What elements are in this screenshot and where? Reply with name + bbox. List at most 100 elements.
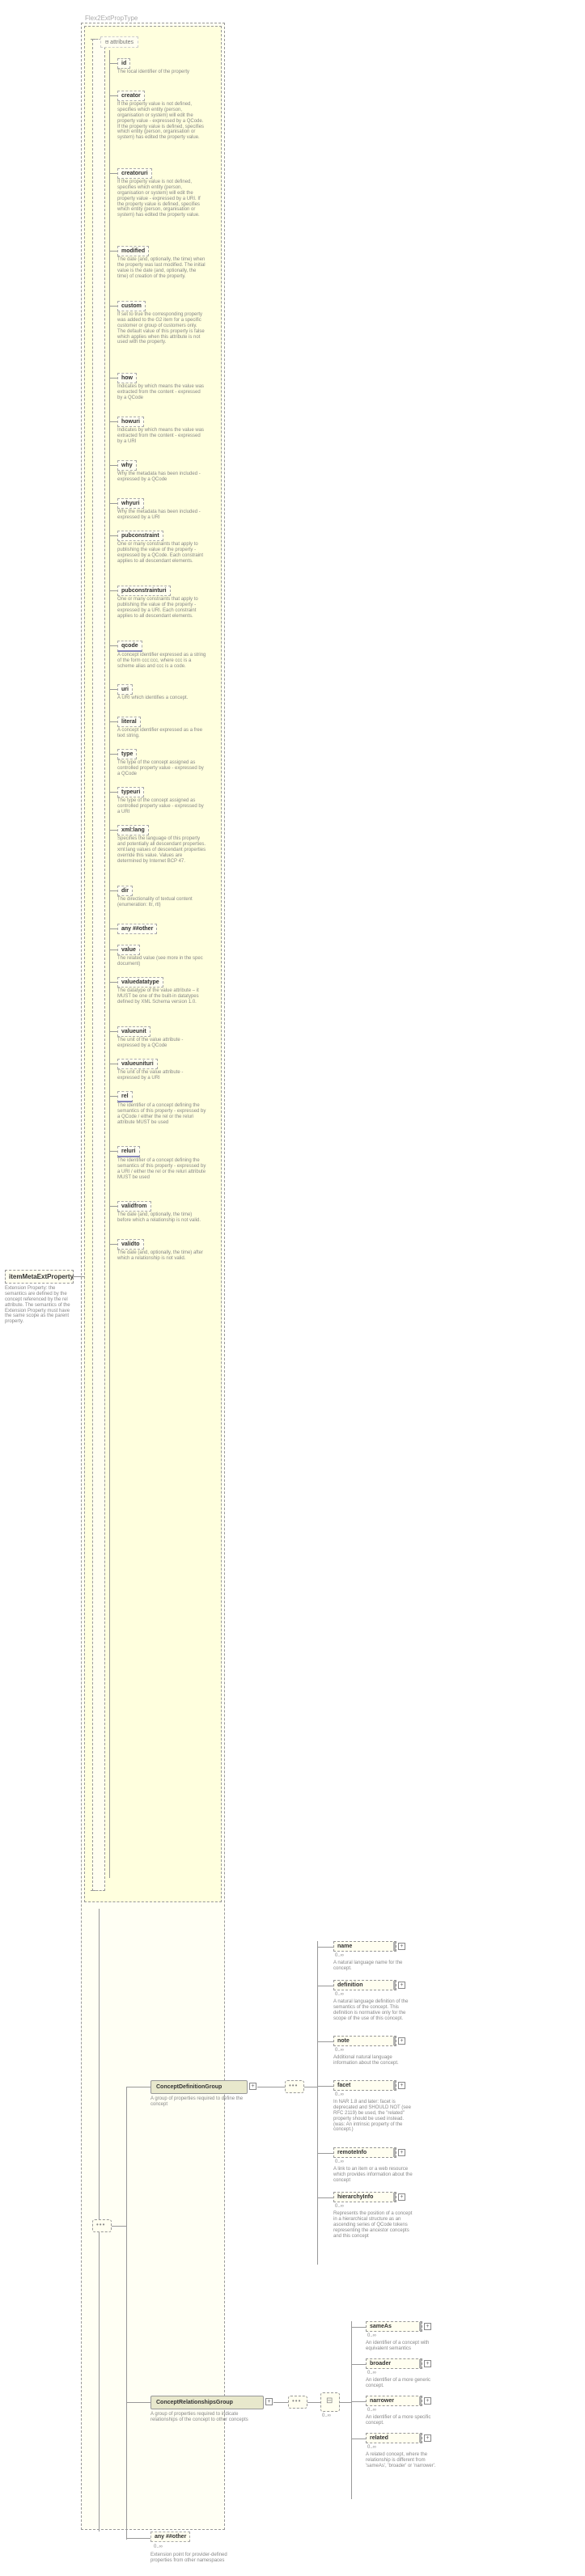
element-desc: A natural language definition of the sem… (333, 1999, 414, 2022)
occurrence: 0..∞ (335, 2048, 344, 2053)
attribute-name: uri (117, 684, 133, 695)
expand-icon[interactable]: + (398, 2082, 405, 2089)
crg-desc: A group of properties required to indica… (150, 2412, 264, 2423)
attribute-name: dir (117, 886, 133, 896)
expand-icon[interactable]: + (424, 2397, 431, 2405)
attribute-item: pubconstraintOne or many constraints tha… (117, 531, 206, 570)
occurrence: 0..∞ (335, 1992, 344, 1997)
element-broader: broader (366, 2358, 422, 2369)
crg-seq-out (307, 2402, 320, 2403)
concept-definition-group: ConceptDefinitionGroup (150, 2080, 248, 2094)
attribute-connector (109, 503, 117, 504)
attribute-desc: A concept identifier expressed as a free… (117, 728, 206, 739)
attribute-connector (109, 830, 117, 831)
attribute-name: any ##other (117, 924, 157, 934)
attribute-name: xml:lang (117, 825, 149, 835)
attribute-name: type (117, 749, 137, 759)
attribute-desc: The type of the concept assigned as cont… (117, 760, 206, 777)
element-narrower: narrower (366, 2396, 422, 2406)
attribute-connector (109, 645, 117, 646)
element-desc: Represents the position of a concept in … (333, 2211, 414, 2239)
element-desc: A natural language name for the concept. (333, 1961, 414, 1972)
attribute-desc: The identifier of a concept defining the… (117, 1103, 206, 1126)
attributes-heading-text: attributes (110, 40, 134, 45)
expand-icon[interactable]: + (265, 2398, 273, 2405)
attribute-item: dirThe directionality of textual content… (117, 886, 206, 914)
crg-switch-out (340, 2402, 351, 2403)
attribute-name: creatoruri (117, 168, 152, 179)
attribute-name: typeuri (117, 787, 144, 797)
expand-icon[interactable]: + (398, 2149, 405, 2156)
attribute-name: rel (117, 1091, 133, 1102)
element-desc: A related concept, where the relationshi… (366, 2452, 447, 2469)
attribute-name: howuri (117, 417, 144, 427)
cdg-child-connector (317, 2041, 333, 2042)
attribute-item: relThe identifier of a concept defining … (117, 1091, 206, 1131)
attribute-connector (109, 1096, 117, 1097)
attribute-desc: The date (and, optionally, the time) whe… (117, 257, 206, 280)
seq-out (112, 2226, 126, 2227)
attribute-item: valuedatatypeThe datatype of the value a… (117, 977, 206, 1011)
attribute-item: idThe local identifier of the property (117, 58, 206, 81)
branch-spine (126, 2087, 127, 2540)
attribute-desc: Specifies the language of this property … (117, 836, 206, 864)
attribute-connector (109, 928, 117, 929)
attribute-name: id (117, 58, 130, 69)
attribute-connector (109, 378, 117, 379)
expand-icon[interactable]: + (424, 2360, 431, 2367)
crg-switch (320, 2392, 340, 2412)
attribute-item: valueunituriThe unit of the value attrib… (117, 1059, 206, 1087)
attribute-item: xml:langSpecifies the language of this p… (117, 825, 206, 869)
cdg-sequence (285, 2080, 304, 2093)
root-element: itemMetaExtProperty (5, 1270, 74, 1284)
attribute-connector (109, 95, 117, 96)
expand-icon[interactable]: + (398, 2037, 405, 2045)
cdg-child-spine (317, 1941, 318, 2265)
attribute-desc: If set to true the corresponding propert… (117, 312, 206, 345)
attribute-desc: One or many constraints that apply to pu… (117, 542, 206, 565)
attribute-item: qcodeA concept identifier expressed as a… (117, 641, 206, 675)
expand-icon[interactable]: + (249, 2083, 256, 2090)
any-other-label: any ##other (155, 2534, 186, 2540)
expand-icon[interactable]: + (424, 2323, 431, 2330)
cdg-desc: A group of properties required to define… (150, 2096, 248, 2108)
attribute-item: validfromThe date (and, optionally, the … (117, 1201, 206, 1229)
attribute-name: pubconstraint (117, 531, 163, 541)
attribute-name: whyuri (117, 498, 144, 509)
attribute-connector (109, 465, 117, 466)
attribute-connector (109, 535, 117, 536)
expand-icon[interactable]: + (398, 1982, 405, 1989)
attribute-connector (109, 1151, 117, 1152)
attribute-name: custom (117, 301, 146, 311)
concept-relationships-group: ConceptRelationshipsGroup (150, 2396, 264, 2409)
crg-switch-occ: 0..∞ (322, 2413, 331, 2418)
expand-icon[interactable]: + (398, 1943, 405, 1950)
element-sameAs: sameAs (366, 2321, 422, 2332)
attribute-connector (109, 421, 117, 422)
element-hierarchyInfo: hierarchyInfo (333, 2192, 396, 2202)
attribute-name: how (117, 373, 137, 383)
attribute-desc: The date (and, optionally, the time) bef… (117, 1212, 206, 1224)
attribute-desc: The datatype of the value attribute – it… (117, 988, 206, 1005)
attribute-name: why (117, 460, 137, 471)
attribute-desc: The date (and, optionally, the time) aft… (117, 1250, 206, 1262)
expand-icon[interactable]: + (398, 2193, 405, 2201)
any-desc: Extension point for provider-defined pro… (150, 2553, 240, 2564)
attribute-item: literalA concept identifier expressed as… (117, 717, 206, 745)
attr-spine (109, 50, 110, 1878)
element-facet: facet (333, 2080, 396, 2091)
cdg-child-connector (317, 2086, 333, 2087)
attribute-connector (109, 721, 117, 722)
crg-child-connector (351, 2364, 366, 2365)
attribute-desc: The identifier of a concept defining the… (117, 1158, 206, 1181)
attribute-connector (109, 251, 117, 252)
attributes-heading: ⊟ attributes (100, 36, 138, 48)
attribute-desc: The unit of the value attribute - expres… (117, 1070, 206, 1081)
attribute-item: typeThe type of the concept assigned as … (117, 749, 206, 783)
expand-icon[interactable]: + (424, 2434, 431, 2442)
root-element-label: itemMetaExtProperty (9, 1273, 74, 1280)
root-element-desc: Extension Property: the semantics are de… (5, 1286, 74, 1325)
element-desc: An identifier of a more generic concept. (366, 2378, 447, 2389)
crg-child-connector (351, 2401, 366, 2402)
crg-hline (126, 2402, 150, 2403)
